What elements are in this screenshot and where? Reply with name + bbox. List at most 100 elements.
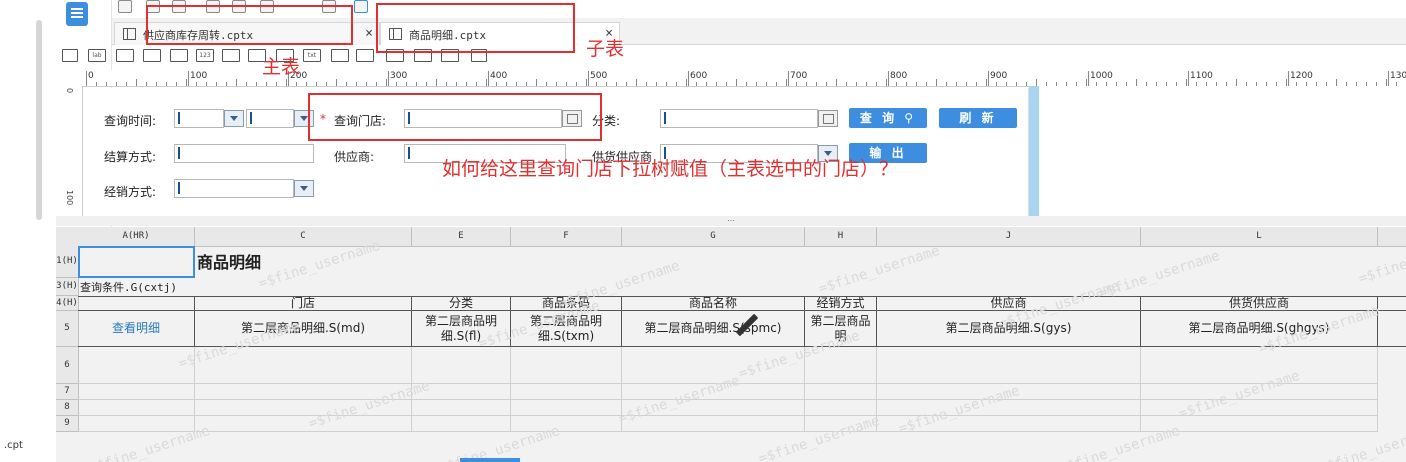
ruler-minor-tick <box>696 82 697 86</box>
horizontal-scrollbar[interactable] <box>460 458 520 462</box>
empty-cell[interactable] <box>877 347 1141 384</box>
detail-link-cell[interactable]: 查看明细 <box>78 311 195 347</box>
ruler-minor-tick <box>1236 79 1237 86</box>
row-header[interactable]: 4(H) <box>56 296 79 311</box>
ruler-minor-tick <box>876 82 877 86</box>
grid-corner[interactable] <box>56 227 79 247</box>
password-widget-icon[interactable] <box>331 49 349 62</box>
ruler-minor-tick <box>656 82 657 86</box>
row-header[interactable]: 5 <box>56 311 79 347</box>
label-widget-icon[interactable]: lab <box>88 49 106 62</box>
form-boundary[interactable] <box>1029 86 1039 216</box>
column-header[interactable]: A(HR) <box>78 227 195 247</box>
end-date-input[interactable] <box>246 109 294 128</box>
column-header[interactable]: H <box>805 227 877 247</box>
ruler-minor-tick <box>796 82 797 86</box>
column-header[interactable]: J <box>877 227 1141 247</box>
ruler-minor-tick <box>96 82 97 86</box>
close-icon[interactable]: × <box>365 26 373 41</box>
empty-cell[interactable] <box>877 400 1141 416</box>
empty-cell[interactable] <box>511 400 622 416</box>
file-name-fragment[interactable]: .cpt <box>4 440 23 451</box>
data-cell[interactable]: 第二层商品明细.S(spmc) <box>622 311 805 347</box>
ruler-minor-tick <box>516 82 517 86</box>
header-cell-blank[interactable] <box>78 296 195 311</box>
row-header[interactable]: 3(H) <box>56 278 79 296</box>
ruler-minor-tick <box>226 82 227 86</box>
settle-input[interactable] <box>174 144 314 163</box>
column-header-partial[interactable] <box>1378 227 1406 247</box>
column-header[interactable]: E <box>412 227 511 247</box>
report-grid: A(HR) C E F G H J L 1(H) 3(H) 4(H) 5 6 7 8 9 商品明细 查询条件.G(… <box>56 227 1406 462</box>
selected-cell[interactable] <box>78 246 195 278</box>
ruler-minor-tick <box>406 82 407 86</box>
ruler-minor-tick <box>846 82 847 86</box>
column-header[interactable]: G <box>622 227 805 247</box>
column-header[interactable]: F <box>511 227 622 247</box>
row-header[interactable]: 6 <box>56 347 79 384</box>
textarea-widget-icon[interactable] <box>222 49 240 62</box>
ruler-minor-tick <box>916 82 917 86</box>
data-cell-partial[interactable] <box>1378 311 1406 347</box>
ruler-minor-tick <box>206 82 207 86</box>
empty-cell[interactable] <box>805 384 877 400</box>
ruler-minor-tick <box>946 82 947 86</box>
column-header[interactable]: C <box>195 227 412 247</box>
date-widget-icon[interactable] <box>170 49 188 62</box>
pane-divider[interactable]: ⋯ <box>56 216 1406 226</box>
header-cell[interactable]: 经销方式 <box>805 296 877 311</box>
text-widget-icon[interactable] <box>116 49 134 62</box>
header-cell-partial[interactable] <box>1378 296 1406 311</box>
column-header[interactable]: L <box>1141 227 1378 247</box>
refresh-icon[interactable] <box>354 0 368 13</box>
save-icon[interactable] <box>118 0 132 13</box>
sale-input[interactable] <box>174 179 294 198</box>
dropdown-icon[interactable] <box>294 180 314 197</box>
dropdown-widget-icon[interactable] <box>143 49 161 62</box>
empty-cell[interactable] <box>511 384 622 400</box>
header-cell[interactable]: 分类 <box>412 296 511 311</box>
empty-cell[interactable] <box>805 400 877 416</box>
ruler-minor-tick <box>386 79 387 86</box>
row-header[interactable]: 9 <box>56 416 79 432</box>
empty-cell[interactable] <box>412 400 511 416</box>
ruler-minor-tick <box>956 82 957 86</box>
row-header[interactable]: 8 <box>56 400 79 416</box>
number-widget-icon[interactable]: 123 <box>196 49 214 62</box>
tree-icon[interactable] <box>818 110 838 127</box>
template-icon[interactable] <box>66 2 88 26</box>
ruler-label: 1100 <box>1190 71 1213 81</box>
ruler-minor-tick <box>366 82 367 86</box>
ruler-minor-tick <box>106 82 107 86</box>
query-button[interactable]: 查 询 ⚲ <box>849 108 927 128</box>
empty-cell[interactable] <box>78 347 195 384</box>
left-scrollbar[interactable] <box>36 20 42 220</box>
button-widget-icon[interactable] <box>62 49 78 62</box>
ruler-minor-tick <box>486 79 487 86</box>
empty-cell[interactable] <box>78 416 195 432</box>
empty-cell[interactable] <box>511 416 622 432</box>
row-header[interactable]: 1(H) <box>56 246 79 278</box>
text-box-widget-icon[interactable]: txt <box>303 49 321 62</box>
header-cell[interactable]: 供货供应商 <box>1141 296 1378 311</box>
ruler-minor-tick <box>436 79 437 86</box>
ruler-minor-tick <box>476 82 477 86</box>
empty-cell[interactable] <box>511 347 622 384</box>
empty-cell[interactable] <box>78 384 195 400</box>
header-cell[interactable]: 门店 <box>195 296 412 311</box>
empty-cell[interactable] <box>622 416 805 432</box>
empty-cell[interactable] <box>78 400 195 416</box>
header-cell[interactable]: 商品名称 <box>622 296 805 311</box>
ruler-major-tick <box>788 71 789 86</box>
refresh-button[interactable]: 刷 新 <box>939 108 1017 128</box>
calendar-icon[interactable] <box>224 110 244 127</box>
start-date-input[interactable] <box>174 109 224 128</box>
ruler-label: 1200 <box>1290 71 1313 81</box>
ruler-minor-tick <box>966 82 967 86</box>
category-tree-combo[interactable] <box>660 109 818 128</box>
row-header[interactable]: 7 <box>56 384 79 400</box>
list-widget-icon[interactable] <box>356 49 374 62</box>
empty-cell[interactable] <box>195 416 412 432</box>
ruler-minor-tick <box>736 79 737 86</box>
empty-cell[interactable] <box>412 416 511 432</box>
